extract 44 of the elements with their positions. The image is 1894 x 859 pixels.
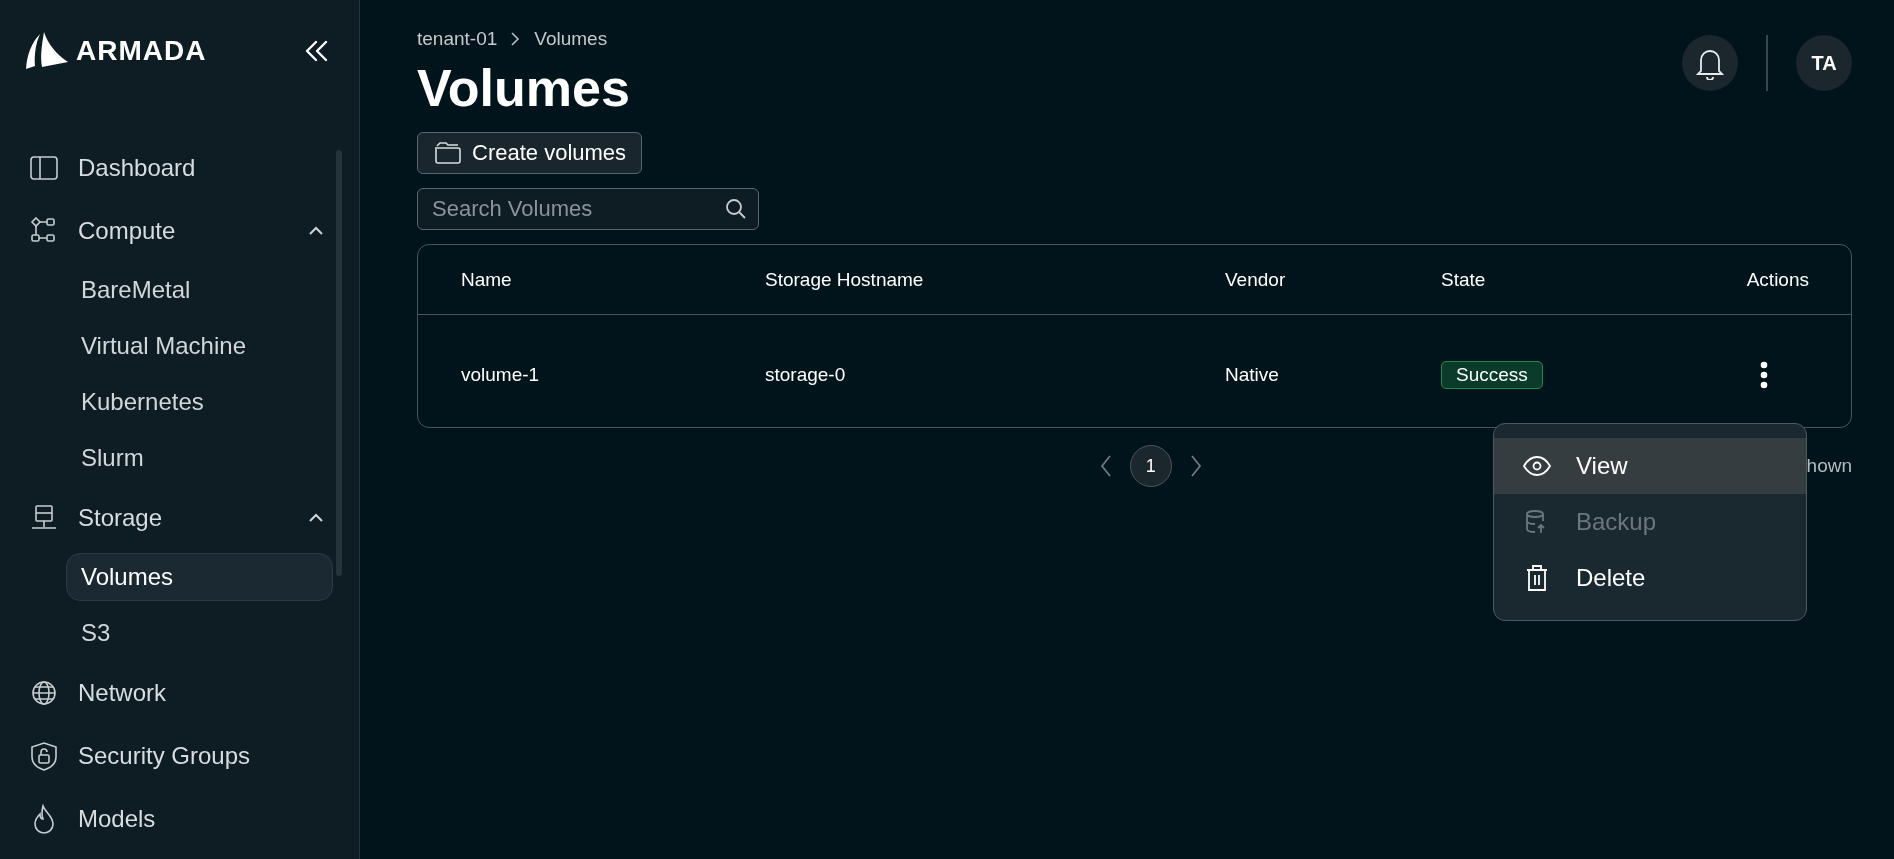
notifications-button[interactable] <box>1682 35 1738 91</box>
more-options-icon[interactable] <box>1760 361 1768 389</box>
shield-lock-icon <box>29 740 59 771</box>
page-button[interactable]: 1 <box>1129 445 1172 487</box>
create-volumes-button[interactable]: Create volumes <box>417 132 643 174</box>
column-header: Vendor <box>1225 268 1287 291</box>
nav-subitem[interactable]: Volumes <box>66 553 333 601</box>
nav-subitem[interactable]: Kubernetes <box>66 378 333 426</box>
nav-item[interactable]: Models <box>0 787 359 850</box>
next-page-icon[interactable] <box>1189 455 1202 477</box>
collapse-sidebar-icon[interactable] <box>305 40 329 62</box>
page-title: Volumes <box>417 58 630 118</box>
nav-subitem[interactable]: S3 <box>66 609 333 657</box>
breadcrumb-link[interactable]: Volumes <box>534 28 608 50</box>
brand-name: ARMADA <box>76 35 207 67</box>
nav-subitem[interactable]: Virtual Machine <box>66 322 333 370</box>
nav-subitem[interactable]: BareMetal <box>66 266 333 314</box>
search-icon <box>725 198 747 220</box>
table-cell-text: Native <box>1225 364 1280 386</box>
column-header: Actions <box>1745 268 1809 291</box>
nav-item[interactable]: Storage <box>0 486 359 549</box>
column-header: Storage Hostname <box>765 268 925 291</box>
table-cell-text: storage-0 <box>765 364 847 386</box>
column-header: Name <box>461 268 513 291</box>
chevron-icon[interactable] <box>309 513 323 522</box>
column-header: State <box>1441 268 1487 291</box>
previous-page-icon[interactable] <box>1099 455 1112 477</box>
rows-shown-text: hown <box>1806 455 1852 477</box>
nav-item[interactable]: Dashboard <box>0 136 359 199</box>
breadcrumb-link[interactable]: tenant-01 <box>417 28 498 50</box>
folder-icon <box>434 141 462 165</box>
nav-subitem[interactable]: Slurm <box>66 434 333 482</box>
table-cell-text: volume-1 <box>461 364 541 386</box>
search-field[interactable]: Search Volumes <box>417 188 759 230</box>
user-avatar[interactable]: TA <box>1796 35 1852 91</box>
nav-item[interactable]: Security Groups <box>0 724 359 787</box>
menu-item[interactable]: Delete <box>1494 550 1806 606</box>
menu-item[interactable]: View <box>1494 438 1806 494</box>
sail-logo-icon <box>26 32 68 70</box>
nav-item[interactable]: Compute <box>0 199 359 262</box>
nav-item[interactable]: Network <box>0 661 359 724</box>
chevron-right-icon <box>511 32 521 46</box>
status-badge: Success <box>1441 361 1543 389</box>
chevron-icon[interactable] <box>309 226 323 235</box>
